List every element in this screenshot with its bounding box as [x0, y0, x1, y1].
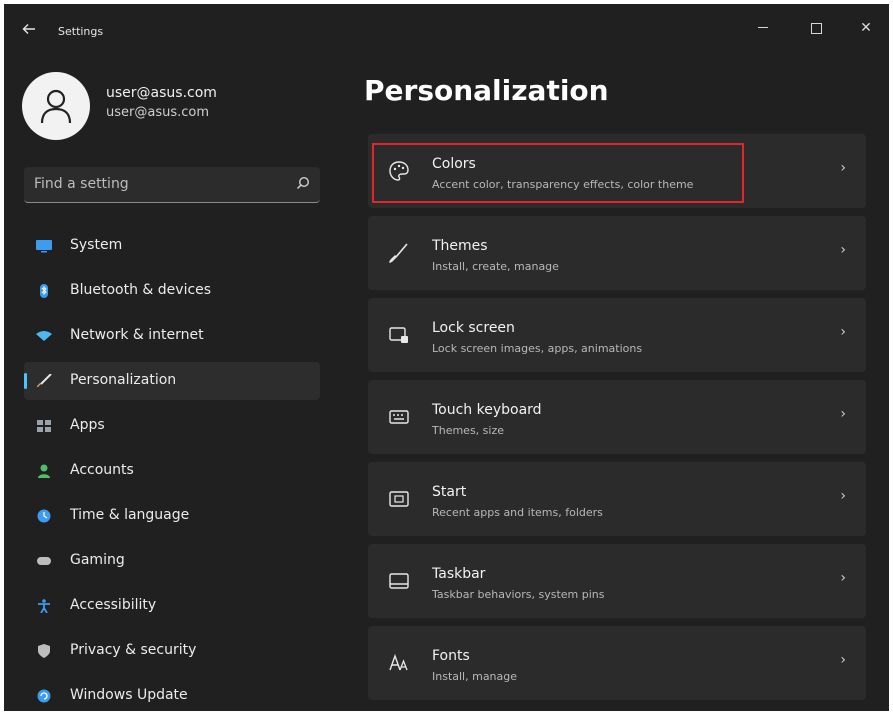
bluetooth-icon [40, 284, 48, 298]
user-profile[interactable]: user@asus.com user@asus.com [22, 72, 322, 144]
card-subtitle: Install, create, manage [432, 260, 559, 273]
time-language-icon [37, 509, 51, 523]
user-name: user@asus.com [106, 85, 217, 101]
user-email: user@asus.com [106, 105, 210, 120]
card-title: Fonts [432, 648, 470, 664]
sidebar-item-gaming[interactable]: Gaming [24, 542, 320, 580]
search-input[interactable]: Find a setting [34, 176, 129, 192]
back-arrow-icon[interactable] [18, 20, 40, 42]
taskbar-card[interactable]: Taskbar Taskbar behaviors, system pins › [368, 544, 866, 618]
sidebar-item-label: Accounts [70, 462, 134, 478]
window-title: Settings [58, 25, 104, 38]
sidebar-item-time-language[interactable]: Time & language [24, 497, 320, 535]
start-card[interactable]: Start Recent apps and items, folders › [368, 462, 866, 536]
system-icon [36, 240, 52, 253]
sidebar-item-label: Windows Update [70, 687, 188, 703]
chevron-right-icon: › [840, 324, 846, 340]
sidebar-item-label: Network & internet [70, 327, 204, 343]
card-title: Lock screen [432, 320, 515, 336]
card-title: Themes [432, 238, 488, 254]
card-title: Touch keyboard [432, 402, 542, 418]
sidebar-item-label: Apps [70, 417, 105, 433]
card-subtitle: Recent apps and items, folders [432, 506, 603, 519]
sidebar-item-accounts[interactable]: Accounts [24, 452, 320, 490]
sidebar-item-label: Privacy & security [70, 642, 197, 658]
brush-icon [389, 243, 408, 263]
chevron-right-icon: › [840, 160, 846, 176]
keyboard-icon [389, 410, 409, 424]
card-title: Taskbar [432, 566, 486, 582]
chevron-right-icon: › [840, 570, 846, 586]
sidebar-item-apps[interactable]: Apps [24, 407, 320, 445]
minimize-button[interactable] [740, 12, 786, 44]
sidebar-item-label: Personalization [70, 372, 177, 388]
sidebar-item-label: Time & language [70, 507, 190, 523]
fonts-card[interactable]: Fonts Install, manage › [368, 626, 866, 700]
card-subtitle: Themes, size [432, 424, 504, 437]
sidebar-item-accessibility[interactable]: Accessibility [24, 587, 320, 625]
card-subtitle: Install, manage [432, 670, 518, 683]
network-icon [36, 331, 52, 341]
brush-icon [37, 374, 52, 387]
windows-update-icon [37, 689, 51, 703]
avatar [22, 72, 90, 140]
chevron-right-icon: › [840, 488, 846, 504]
sidebar-item-bluetooth[interactable]: Bluetooth & devices [24, 272, 320, 310]
touch-keyboard-card[interactable]: Touch keyboard Themes, size › [368, 380, 866, 454]
search-box[interactable]: Find a setting [24, 167, 320, 203]
apps-icon [37, 420, 51, 432]
search-icon[interactable] [296, 176, 310, 190]
close-button[interactable]: ✕ [843, 12, 889, 44]
chevron-right-icon: › [840, 652, 846, 668]
highlight-box [372, 143, 744, 203]
maximize-button[interactable] [793, 12, 839, 44]
sidebar-item-privacy[interactable]: Privacy & security [24, 632, 320, 670]
lock-screen-icon [389, 327, 408, 343]
themes-card[interactable]: Themes Install, create, manage › [368, 216, 866, 290]
sidebar-item-personalization[interactable]: Personalization [24, 362, 320, 400]
person-icon [40, 89, 72, 124]
sidebar-item-windows-update[interactable]: Windows Update [24, 677, 320, 711]
sidebar-item-label: Bluetooth & devices [70, 282, 212, 298]
close-icon: ✕ [860, 20, 872, 36]
card-subtitle: Taskbar behaviors, system pins [432, 588, 605, 601]
chevron-right-icon: › [840, 406, 846, 422]
taskbar-icon [389, 573, 409, 589]
fonts-icon [389, 653, 408, 671]
card-title: Start [432, 484, 467, 500]
sidebar-item-system[interactable]: System [24, 227, 320, 265]
title-bar: Settings ✕ [4, 4, 889, 52]
active-indicator [24, 373, 27, 389]
chevron-right-icon: › [840, 242, 846, 258]
sidebar-item-label: Gaming [70, 552, 125, 568]
accessibility-icon [38, 599, 50, 613]
gaming-icon [37, 557, 51, 565]
sidebar-item-network[interactable]: Network & internet [24, 317, 320, 355]
start-icon [389, 491, 409, 507]
page-title: Personalization [364, 74, 609, 107]
sidebar-item-label: Accessibility [70, 597, 157, 613]
minimize-icon [758, 27, 768, 28]
maximize-icon [810, 23, 822, 34]
shield-icon [38, 644, 50, 658]
sidebar-item-label: System [70, 237, 123, 253]
accounts-icon [38, 464, 50, 478]
settings-window: Settings ✕ user@asus.com user@asus.com F… [4, 4, 889, 711]
lock-screen-card[interactable]: Lock screen Lock screen images, apps, an… [368, 298, 866, 372]
card-subtitle: Lock screen images, apps, animations [432, 342, 643, 355]
